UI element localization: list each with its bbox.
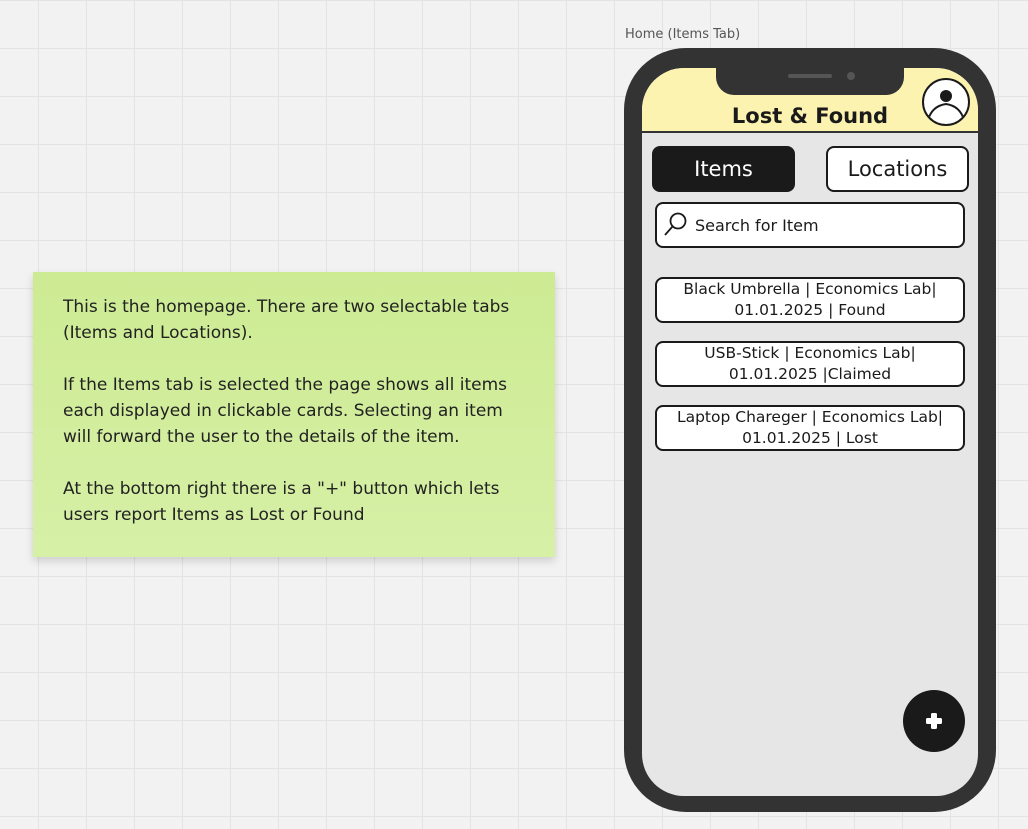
add-item-button[interactable] xyxy=(903,690,965,752)
note-paragraph: If the Items tab is selected the page sh… xyxy=(63,375,507,447)
tab-items[interactable]: Items xyxy=(652,146,795,192)
phone-frame: Lost & Found Items Locations Search for … xyxy=(624,48,996,812)
note-paragraph: At the bottom right there is a "+" butto… xyxy=(63,479,500,525)
tab-locations[interactable]: Locations xyxy=(826,146,969,192)
speaker xyxy=(788,74,832,78)
item-card[interactable]: USB-Stick | Economics Lab| 01.01.2025 |C… xyxy=(655,341,965,387)
frame-label: Home (Items Tab) xyxy=(625,27,741,42)
search-placeholder: Search for Item xyxy=(695,215,819,235)
profile-avatar-icon[interactable] xyxy=(922,78,970,126)
search-icon xyxy=(664,212,687,236)
plus-icon xyxy=(926,713,942,729)
camera xyxy=(847,72,855,80)
sticky-note: This is the homepage. There are two sele… xyxy=(33,272,555,557)
search-input[interactable]: Search for Item xyxy=(655,202,965,248)
note-paragraph: This is the homepage. There are two sele… xyxy=(63,297,510,343)
item-card[interactable]: Black Umbrella | Economics Lab| 01.01.20… xyxy=(655,277,965,323)
phone-screen: Lost & Found Items Locations Search for … xyxy=(642,68,978,796)
phone-notch xyxy=(716,68,904,95)
item-card[interactable]: Laptop Chareger | Economics Lab| 01.01.2… xyxy=(655,405,965,451)
